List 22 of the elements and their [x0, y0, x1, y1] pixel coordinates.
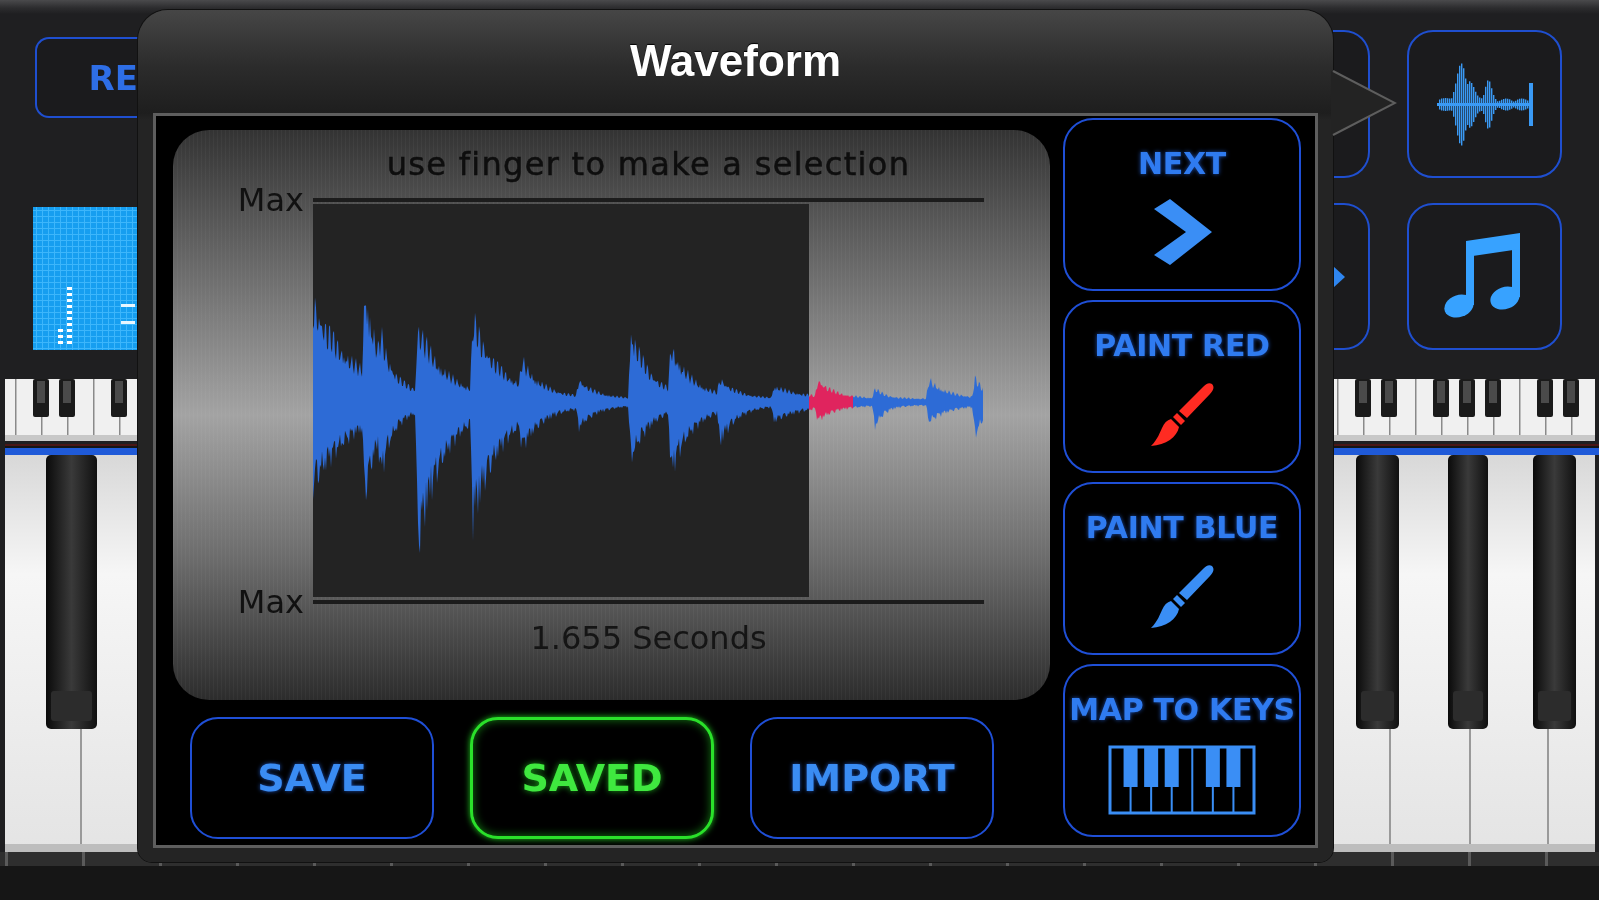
- axis-label: Max: [236, 584, 305, 620]
- popover-title: Waveform: [629, 37, 842, 86]
- duration-text: 1.655 Seconds: [529, 620, 768, 656]
- music-button[interactable]: [1407, 203, 1562, 350]
- hint-text: use finger to make a selection: [385, 146, 912, 182]
- mini-keyboard[interactable]: [1333, 379, 1595, 441]
- next-button[interactable]: NEXT: [1063, 118, 1301, 291]
- map-to-keys-button[interactable]: MAP TO KEYS: [1063, 664, 1301, 837]
- piano-keys-icon: [1108, 745, 1256, 815]
- waveform-button[interactable]: [1407, 30, 1562, 178]
- mini-keyboard[interactable]: [5, 379, 138, 441]
- paint-button[interactable]: PAINT BLUE: [1063, 482, 1301, 655]
- piano-keys[interactable]: [1333, 455, 1595, 852]
- chevron-icon: [1152, 199, 1212, 265]
- tool-button[interactable]: [1333, 203, 1370, 350]
- app-button[interactable]: RE: [35, 37, 138, 118]
- piano-keys[interactable]: [5, 455, 138, 852]
- axis-label: Max: [236, 182, 305, 218]
- import-button[interactable]: IMPORT: [750, 717, 994, 839]
- paint-button[interactable]: PAINT RED: [1063, 300, 1301, 473]
- saved-button[interactable]: SAVED: [470, 717, 714, 839]
- save-button[interactable]: SAVE: [190, 717, 434, 839]
